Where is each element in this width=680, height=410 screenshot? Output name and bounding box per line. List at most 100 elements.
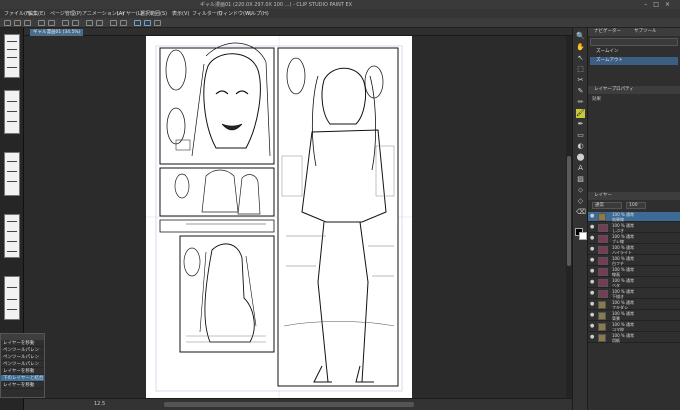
- menu-view[interactable]: 表示(V): [172, 10, 189, 17]
- layer-row[interactable]: ● 100 % 通常 フキダシ: [588, 300, 680, 310]
- brush-tool-icon[interactable]: 🖌: [576, 109, 585, 118]
- close-button[interactable]: ×: [665, 1, 676, 8]
- text-tool-icon[interactable]: A: [576, 164, 585, 173]
- snap-grid-icon[interactable]: [144, 20, 151, 26]
- deselect-icon[interactable]: [86, 20, 93, 26]
- eye-icon[interactable]: ●: [590, 335, 595, 340]
- clear-icon[interactable]: [62, 20, 69, 26]
- layer-row[interactable]: ● 100 % 通常 背景: [588, 311, 680, 321]
- eye-icon[interactable]: ●: [590, 280, 595, 285]
- search-input[interactable]: [590, 38, 678, 46]
- layer-name[interactable]: 線画: [612, 272, 620, 277]
- layer-row[interactable]: ● 100 % 通常 ハイライト: [588, 245, 680, 255]
- eye-icon[interactable]: ●: [590, 236, 595, 241]
- zoom-in-item[interactable]: ズームイン: [590, 48, 678, 56]
- eye-icon[interactable]: ●: [590, 247, 595, 252]
- opacity-field[interactable]: 100: [626, 202, 646, 209]
- layer-name[interactable]: しぶき: [612, 228, 624, 233]
- page-thumbnail[interactable]: [4, 152, 20, 196]
- menu-file[interactable]: ファイル(F): [4, 10, 31, 17]
- layer-row[interactable]: ● 100 % 通常 用紙: [588, 333, 680, 343]
- lasso-tool-icon[interactable]: ✂: [576, 76, 585, 85]
- menu-help[interactable]: ヘルプ(H): [246, 10, 269, 17]
- snap-icon[interactable]: [134, 20, 141, 26]
- document-tab[interactable]: ギャル漫画01 (34.5%): [30, 29, 84, 36]
- eraser-tool-icon[interactable]: ▭: [576, 131, 585, 140]
- menu-edit[interactable]: 編集(E): [28, 10, 45, 17]
- layer-row[interactable]: ● 100 % 通常 線画: [588, 267, 680, 277]
- menu-layer[interactable]: レイヤー(L): [116, 10, 143, 17]
- canvas-area[interactable]: [24, 36, 572, 398]
- horizontal-scrollbar[interactable]: [164, 402, 414, 407]
- new-file-icon[interactable]: [4, 20, 11, 26]
- zoom-level[interactable]: 12.5: [94, 401, 105, 407]
- eye-icon[interactable]: ●: [590, 258, 595, 263]
- layer-row[interactable]: ● 100 % 通常 コマ枠: [588, 322, 680, 332]
- zoom-out-item[interactable]: ズームアウト: [590, 57, 678, 65]
- selection-tool-icon[interactable]: ⬚: [576, 65, 585, 74]
- layer-name[interactable]: フキダシ: [612, 305, 628, 310]
- history-item[interactable]: レイヤーを移動: [1, 368, 44, 375]
- sub-color-swatch[interactable]: [579, 232, 587, 240]
- layer-name[interactable]: ベタ: [612, 283, 620, 288]
- history-item[interactable]: ペンツールパレン: [1, 347, 44, 354]
- layer-panel-header[interactable]: レイヤー: [588, 192, 680, 200]
- menu-selection[interactable]: 選択範囲(S): [140, 10, 167, 17]
- eye-icon[interactable]: ●: [590, 225, 595, 230]
- ink-tool-icon[interactable]: ✒: [576, 120, 585, 129]
- eye-icon[interactable]: ●: [590, 324, 595, 329]
- layer-row[interactable]: ● 100 % 通常 効果線: [588, 212, 680, 222]
- layer-name[interactable]: ブレ線: [612, 239, 624, 244]
- snap-ruler-icon[interactable]: [154, 20, 161, 26]
- layer-name[interactable]: 白フチ: [612, 261, 624, 266]
- layer-name[interactable]: 下描き: [612, 294, 624, 299]
- zoom-tool-icon[interactable]: 🔍: [576, 32, 585, 41]
- menu-page[interactable]: ページ管理(P): [50, 10, 82, 17]
- page-thumbnail[interactable]: [4, 276, 20, 320]
- fill-tool-icon[interactable]: ⬤: [576, 153, 585, 162]
- page-thumbnail[interactable]: [4, 34, 20, 78]
- layer-row[interactable]: ● 100 % 通常 ベタ: [588, 278, 680, 288]
- layer-row[interactable]: ● 100 % 通常 白フチ: [588, 256, 680, 266]
- maximize-button[interactable]: □: [653, 1, 665, 8]
- correct-line-tool-icon[interactable]: ⌫: [576, 208, 586, 217]
- pencil-tool-icon[interactable]: ✏: [576, 98, 585, 107]
- layer-name[interactable]: 効果線: [612, 217, 624, 222]
- blend-tool-icon[interactable]: ◐: [576, 142, 585, 151]
- hand-tool-icon[interactable]: ✋: [576, 43, 585, 52]
- page-thumbnail[interactable]: [4, 90, 20, 134]
- eye-icon[interactable]: ●: [590, 313, 595, 318]
- save-icon[interactable]: [24, 20, 31, 26]
- layer-row[interactable]: ● 100 % 通常 しぶき: [588, 223, 680, 233]
- open-icon[interactable]: [14, 20, 21, 26]
- crop-icon[interactable]: [96, 20, 103, 26]
- page-thumbnail[interactable]: [4, 214, 20, 258]
- gradient-tool-icon[interactable]: ▨: [576, 175, 585, 184]
- redo-icon[interactable]: [48, 20, 55, 26]
- undo-icon[interactable]: [38, 20, 45, 26]
- ruler-icon[interactable]: [120, 20, 127, 26]
- eye-icon[interactable]: ●: [590, 291, 595, 296]
- scroll-thumb[interactable]: [567, 156, 571, 266]
- minimize-button[interactable]: –: [644, 1, 653, 8]
- blend-mode-select[interactable]: 通常: [592, 202, 622, 209]
- layer-name[interactable]: コマ枠: [612, 327, 624, 332]
- operation-tool-icon[interactable]: ↖: [576, 54, 585, 63]
- history-item[interactable]: レイヤーを移動: [1, 340, 44, 347]
- history-item[interactable]: ペンツールパレン: [1, 354, 44, 361]
- layer-name[interactable]: 背景: [612, 316, 620, 321]
- layer-name[interactable]: 用紙: [612, 338, 620, 343]
- eye-icon[interactable]: ●: [590, 302, 595, 307]
- fill-icon[interactable]: [110, 20, 117, 26]
- history-item[interactable]: ペンツールパレン: [1, 361, 44, 368]
- layer-row[interactable]: ● 100 % 通常 ブレ線: [588, 234, 680, 244]
- window-controls[interactable]: –□×: [644, 1, 676, 8]
- figure-tool-icon[interactable]: ⬦: [576, 186, 585, 195]
- transform-icon[interactable]: [72, 20, 79, 26]
- layer-property-header[interactable]: レイヤープロパティ: [588, 86, 680, 94]
- layer-name[interactable]: ハイライト: [612, 250, 632, 255]
- history-item[interactable]: レイヤーを移動: [1, 382, 44, 389]
- subtool-tab[interactable]: サブツール: [634, 28, 680, 36]
- layer-row[interactable]: ● 100 % 通常 下描き: [588, 289, 680, 299]
- ruler-tool-icon[interactable]: ◇: [576, 197, 585, 206]
